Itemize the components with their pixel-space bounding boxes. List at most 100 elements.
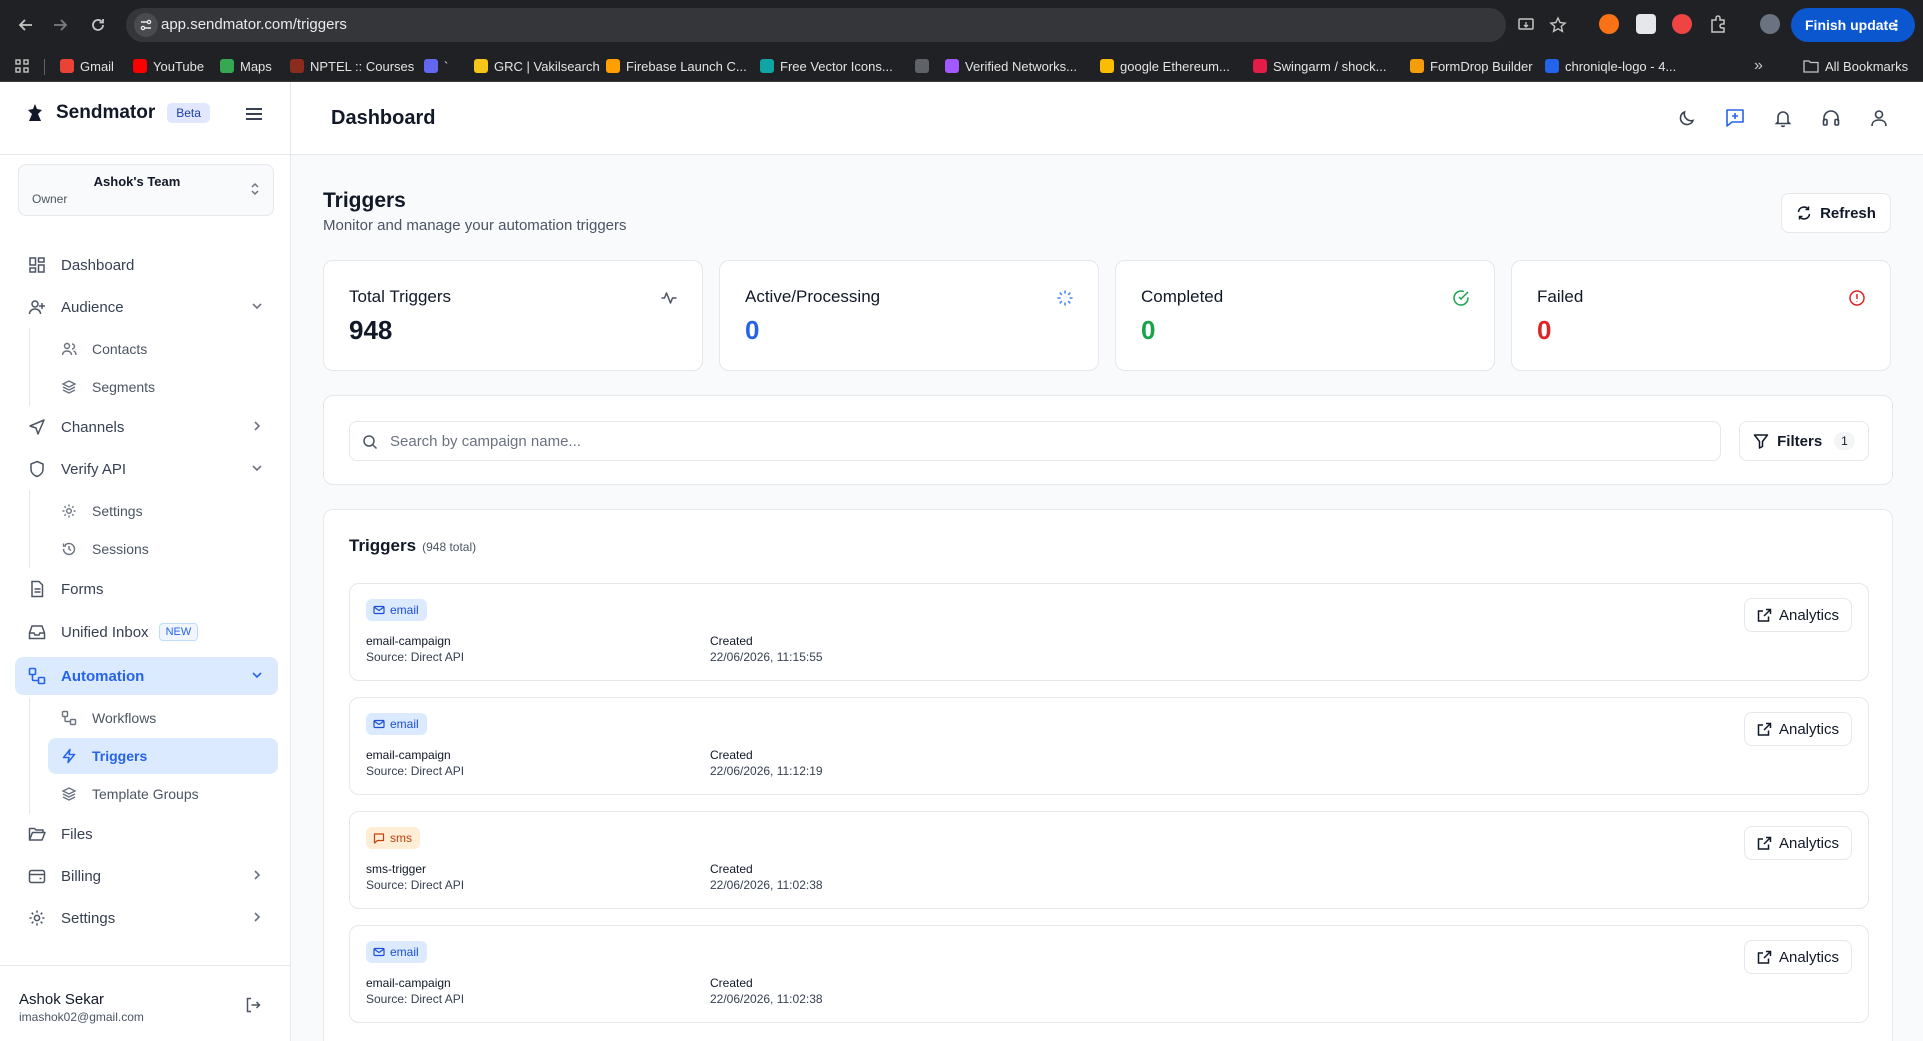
address-bar[interactable]: app.sendmator.com/triggers [126, 8, 1567, 42]
sidebar-item-contacts[interactable]: Contacts [48, 331, 278, 367]
bookmark-item[interactable]: Free Vector Icons... [760, 50, 893, 82]
top-header: Dashboard [291, 82, 1923, 155]
chevron-down-icon [250, 461, 264, 479]
sidebar-item-label: Audience [61, 298, 124, 316]
user-profile: Ashok Sekar imashok02@gmail.com [0, 965, 290, 1041]
profile-avatar-icon[interactable] [1760, 14, 1780, 34]
analytics-button[interactable]: Analytics [1744, 826, 1852, 860]
bookmark-item[interactable]: FormDrop Builder [1410, 50, 1533, 82]
new-badge: NEW [158, 623, 199, 641]
site-settings-icon[interactable] [134, 13, 158, 37]
bookmark-favicon-icon [945, 59, 959, 73]
sidebar-item-files[interactable]: Files [15, 815, 278, 853]
triggers-list-title: Triggers (948 total) [349, 536, 476, 556]
analytics-label: Analytics [1778, 948, 1840, 966]
created-timestamp: 22/06/2026, 11:02:38 [710, 992, 823, 1006]
sidebar-item-template-groups[interactable]: Template Groups [48, 776, 278, 812]
trigger-name: email-campaign [366, 748, 451, 762]
bell-icon[interactable] [1772, 107, 1794, 129]
channel-type-label: email [390, 717, 419, 731]
trigger-source: Source: Direct API [366, 650, 465, 664]
gear-icon [27, 908, 47, 928]
sidebar-item-label: Settings [61, 909, 116, 927]
apps-grid-icon[interactable] [14, 50, 30, 82]
sidebar-item-verify-api[interactable]: Verify API [15, 450, 278, 488]
bookmark-item[interactable]: Swingarm / shock... [1253, 50, 1386, 82]
activity-icon [660, 289, 678, 312]
sidebar-item-label: Unified Inbox [61, 623, 149, 641]
more-bookmarks-chevron-icon[interactable]: » [1754, 50, 1763, 82]
sidebar-item-sessions[interactable]: Sessions [48, 531, 278, 567]
forward-button[interactable] [46, 11, 74, 39]
bookmark-item[interactable]: GRC | Vakilsearch [474, 50, 600, 82]
bookmark-label: chroniqle-logo - 4... [1565, 58, 1677, 74]
sidebar-item-audience[interactable]: Audience [15, 288, 278, 326]
sidebar-item-verify-settings[interactable]: Settings [48, 493, 278, 529]
bookmark-favicon-icon [1253, 59, 1267, 73]
stat-value: 948 [349, 315, 393, 345]
sidebar-item-forms[interactable]: Forms [15, 570, 278, 608]
bookmark-star-icon[interactable] [1549, 16, 1567, 34]
menu-toggle-icon[interactable] [242, 102, 266, 131]
trigger-row: sms sms-trigger Source: Direct API Created 2… [349, 811, 1869, 909]
message-plus-icon[interactable] [1724, 107, 1746, 129]
trigger-row: email email-campaign Source: Direct API Cre… [349, 925, 1869, 1023]
all-bookmarks-folder[interactable]: All Bookmarks [1803, 50, 1908, 82]
extension-v-icon[interactable] [1636, 14, 1656, 34]
sidebar-item-label: Triggers [92, 748, 148, 764]
gear-icon [60, 502, 78, 520]
headphones-icon[interactable] [1820, 107, 1842, 129]
finish-update-button[interactable]: Finish update ⋮ [1791, 8, 1915, 42]
analytics-button[interactable]: Analytics [1744, 940, 1852, 974]
bookmark-favicon-icon [760, 59, 774, 73]
sidebar-item-label: Segments [92, 379, 156, 395]
sidebar-item-triggers[interactable]: Triggers [48, 738, 278, 774]
stat-value: 0 [745, 315, 760, 345]
beta-badge: Beta [167, 103, 210, 123]
reload-button[interactable] [84, 11, 112, 39]
browser-toolbar: app.sendmator.com/triggers Finish update… [0, 0, 1923, 50]
inbox-icon [27, 622, 47, 642]
send-icon [27, 417, 47, 437]
sidebar-item-unified-inbox[interactable]: Unified Inbox NEW [15, 613, 278, 651]
moon-icon[interactable] [1676, 107, 1698, 129]
bookmark-item[interactable]: ` [424, 50, 448, 82]
external-link-icon [1757, 722, 1772, 736]
sidebar-item-dashboard[interactable]: Dashboard [15, 246, 278, 284]
bookmark-item[interactable]: google Ethereum... [1100, 50, 1230, 82]
filters-button[interactable]: Filters 1 [1739, 421, 1869, 461]
sidebar-item-segments[interactable]: Segments [48, 369, 278, 405]
shield-icon [27, 459, 47, 479]
user-email: imashok02@gmail.com [19, 1010, 144, 1024]
extension-red-icon[interactable] [1672, 14, 1692, 34]
team-switcher[interactable]: Ashok's Team Owner [18, 164, 274, 216]
sidebar-item-billing[interactable]: Billing [15, 857, 278, 895]
user-name: Ashok Sekar [19, 991, 105, 1008]
sidebar-item-label: Channels [61, 418, 125, 436]
sidebar-item-workflows[interactable]: Workflows [48, 700, 278, 736]
sidebar-item-channels[interactable]: Channels [15, 408, 278, 446]
bookmark-item[interactable]: Firebase Launch C... [606, 50, 747, 82]
logout-icon[interactable] [244, 996, 262, 1019]
refresh-button[interactable]: Refresh [1781, 193, 1891, 233]
bookmark-item[interactable]: Verified Networks... [945, 50, 1077, 82]
install-app-icon[interactable] [1517, 16, 1535, 34]
sidebar-item-settings[interactable]: Settings [15, 899, 278, 937]
list-total-count: (948 total) [422, 540, 477, 554]
bookmark-item[interactable] [915, 50, 935, 82]
extension-fox-icon[interactable] [1599, 14, 1619, 34]
bookmark-item[interactable]: YouTube [133, 50, 204, 82]
bookmark-item[interactable]: NPTEL :: Courses [290, 50, 414, 82]
bookmark-item[interactable]: Maps [220, 50, 272, 82]
bookmark-item[interactable]: Gmail [60, 50, 114, 82]
extensions-puzzle-icon[interactable] [1708, 14, 1728, 34]
search-input[interactable] [390, 422, 1710, 460]
analytics-button[interactable]: Analytics [1744, 712, 1852, 746]
back-button[interactable] [12, 11, 40, 39]
bookmark-item[interactable]: chroniqle-logo - 4... [1545, 50, 1676, 82]
bookmark-label: Verified Networks... [965, 58, 1077, 74]
sidebar-item-automation[interactable]: Automation [15, 657, 278, 695]
analytics-button[interactable]: Analytics [1744, 598, 1852, 632]
brand[interactable]: Sendmator Beta [26, 102, 210, 124]
user-icon[interactable] [1868, 107, 1890, 129]
